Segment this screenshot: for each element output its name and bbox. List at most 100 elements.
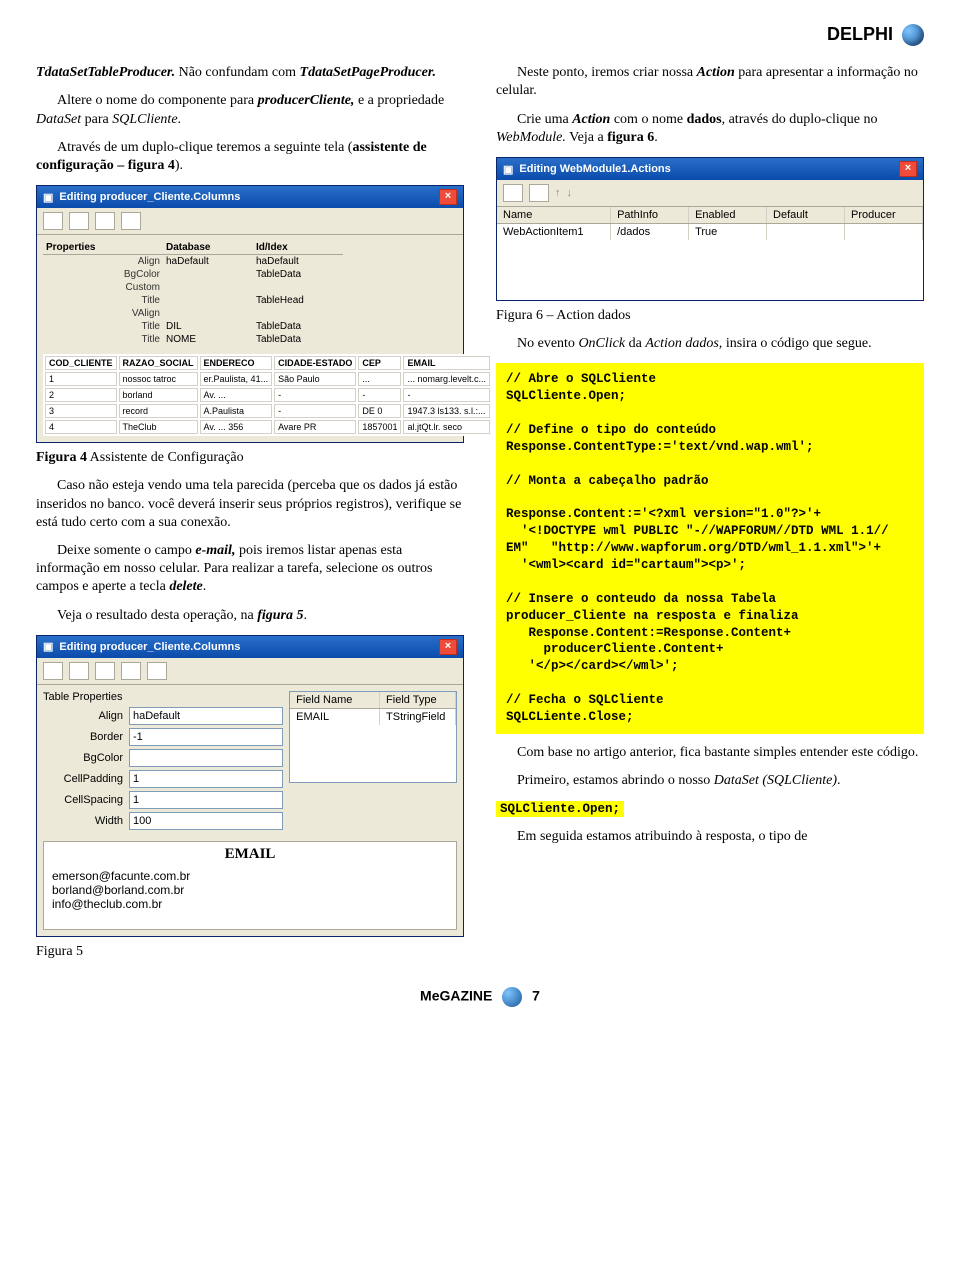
list-row[interactable]: WebActionItem1 /dados True: [497, 224, 923, 240]
text: .: [203, 579, 207, 594]
table-row: 1nossoc tatrocer.Paulista, 41...São Paul…: [45, 372, 490, 386]
figure-4-window: ▣ Editing producer_Cliente.Columns × Pro…: [36, 185, 464, 443]
cell: /dados: [611, 224, 689, 240]
field-label: Width: [43, 815, 129, 827]
col-header: Producer: [845, 207, 923, 223]
cellspacing-input[interactable]: 1: [129, 791, 283, 809]
text: Assistente de Configuração: [87, 450, 244, 465]
grid-cell: Custom: [43, 281, 163, 294]
toolbar-button[interactable]: [121, 212, 141, 230]
toolbar-button[interactable]: [95, 212, 115, 230]
window-toolbar: ↑ ↓: [497, 180, 923, 207]
grid-cell: [163, 268, 253, 281]
text: Figura 4: [36, 450, 87, 465]
para-r5: Primeiro, estamos abrindo o nosso DataSe…: [496, 772, 924, 790]
close-icon[interactable]: ×: [439, 639, 457, 655]
toolbar-button[interactable]: [529, 184, 549, 202]
cell: [845, 224, 923, 240]
col-header: Default: [767, 207, 845, 223]
grid-cell: DIL: [163, 320, 253, 333]
text: delete: [169, 579, 202, 594]
para-2: Altere o nome do componente para produce…: [36, 92, 464, 128]
field-label: CellPadding: [43, 773, 129, 785]
text: e-mail,: [195, 543, 235, 558]
toolbar-button[interactable]: [69, 212, 89, 230]
field-label: Align: [43, 710, 129, 722]
toolbar-button[interactable]: [95, 662, 115, 680]
para-r6: Em seguida estamos atribuindo à resposta…: [496, 828, 924, 846]
window-titlebar: ▣ Editing producer_Cliente.Columns ×: [37, 186, 463, 208]
text: Com base no artigo anterior, fica bastan…: [517, 745, 918, 760]
grid-header: Id/Idex: [253, 241, 343, 255]
cell: EMAIL: [290, 709, 380, 725]
text: SQLCliente: [112, 112, 177, 127]
grid-header: Properties: [43, 241, 163, 255]
email-row: emerson@facunte.com.br: [52, 869, 448, 883]
col-header: PathInfo: [611, 207, 689, 223]
para-r3: No evento OnClick da Action dados, insir…: [496, 335, 924, 353]
th: EMAIL: [403, 356, 490, 370]
text: Action: [572, 112, 610, 127]
list-row[interactable]: EMAIL TStringField: [290, 709, 456, 725]
cell: [767, 224, 845, 240]
grid-cell: TableData: [253, 333, 343, 346]
grid-cell: [163, 281, 253, 294]
close-icon[interactable]: ×: [899, 161, 917, 177]
field-list: Field Name Field Type EMAIL TStringField: [289, 691, 457, 783]
para-r4: Com base no artigo anterior, fica bastan…: [496, 744, 924, 762]
section-label: Table Properties: [43, 691, 283, 703]
grid-cell: TableHead: [253, 294, 343, 307]
toolbar-button[interactable]: [121, 662, 141, 680]
text: .: [178, 112, 182, 127]
table-row: 3recordA.Paulista-DE 01947.3 ls133. s.l.…: [45, 404, 490, 418]
globe-icon: [902, 24, 924, 46]
page-footer: MeGAZINE 7: [36, 987, 924, 1007]
text: Action: [697, 65, 735, 80]
text: figura 6: [607, 130, 654, 145]
align-input[interactable]: haDefault: [129, 707, 283, 725]
grid-cell: [163, 307, 253, 320]
text: OnClick: [578, 336, 625, 351]
grid-cell: TableData: [253, 268, 343, 281]
grid-header: Database: [163, 241, 253, 255]
toolbar-button[interactable]: [43, 212, 63, 230]
figure-5-window: ▣ Editing producer_Cliente.Columns × Tab: [36, 635, 464, 937]
toolbar-button[interactable]: [503, 184, 523, 202]
close-icon[interactable]: ×: [439, 189, 457, 205]
grid-cell: haDefault: [253, 255, 343, 268]
text: e a propriedade: [354, 93, 444, 108]
code-block-main: // Abre o SQLCliente SQLCliente.Open; //…: [496, 363, 924, 733]
text: Deixe somente o campo: [57, 543, 195, 558]
border-input[interactable]: -1: [129, 728, 283, 746]
field-label: Border: [43, 731, 129, 743]
grid-cell: Title: [43, 320, 163, 333]
text: .: [654, 130, 658, 145]
width-input[interactable]: 100: [129, 812, 283, 830]
cellpadding-input[interactable]: 1: [129, 770, 283, 788]
bgcolor-input[interactable]: [129, 749, 283, 767]
toolbar-button[interactable]: [69, 662, 89, 680]
email-row: info@theclub.com.br: [52, 897, 448, 911]
para-r1: Neste ponto, iremos criar nossa Action p…: [496, 64, 924, 100]
right-column: Neste ponto, iremos criar nossa Action p…: [496, 64, 924, 971]
text: .: [304, 608, 308, 623]
data-preview-table: COD_CLIENTE RAZAO_SOCIAL ENDERECO CIDADE…: [43, 354, 492, 436]
para-1: TdataSetTableProducer. Não confundam com…: [36, 64, 464, 82]
left-column: TdataSetTableProducer. Não confundam com…: [36, 64, 464, 971]
grid-cell: NOME: [163, 333, 253, 346]
text: .: [837, 773, 841, 788]
email-header: EMAIL: [52, 846, 448, 863]
window-titlebar: ▣ Editing producer_Cliente.Columns ×: [37, 636, 463, 658]
toolbar-button[interactable]: [147, 662, 167, 680]
th: COD_CLIENTE: [45, 356, 117, 370]
text: Primeiro, estamos abrindo o nosso: [517, 773, 714, 788]
text: TdataSetPageProducer.: [300, 65, 437, 80]
para-6: Veja o resultado desta operação, na figu…: [36, 607, 464, 625]
cell: True: [689, 224, 767, 240]
text: Em seguida estamos atribuindo à resposta…: [517, 829, 807, 844]
actions-list: Name PathInfo Enabled Default Producer W…: [497, 207, 923, 300]
text: DataSet (SQLCliente): [714, 773, 837, 788]
cell: WebActionItem1: [497, 224, 611, 240]
col-header: Field Type: [380, 692, 456, 708]
toolbar-button[interactable]: [43, 662, 63, 680]
